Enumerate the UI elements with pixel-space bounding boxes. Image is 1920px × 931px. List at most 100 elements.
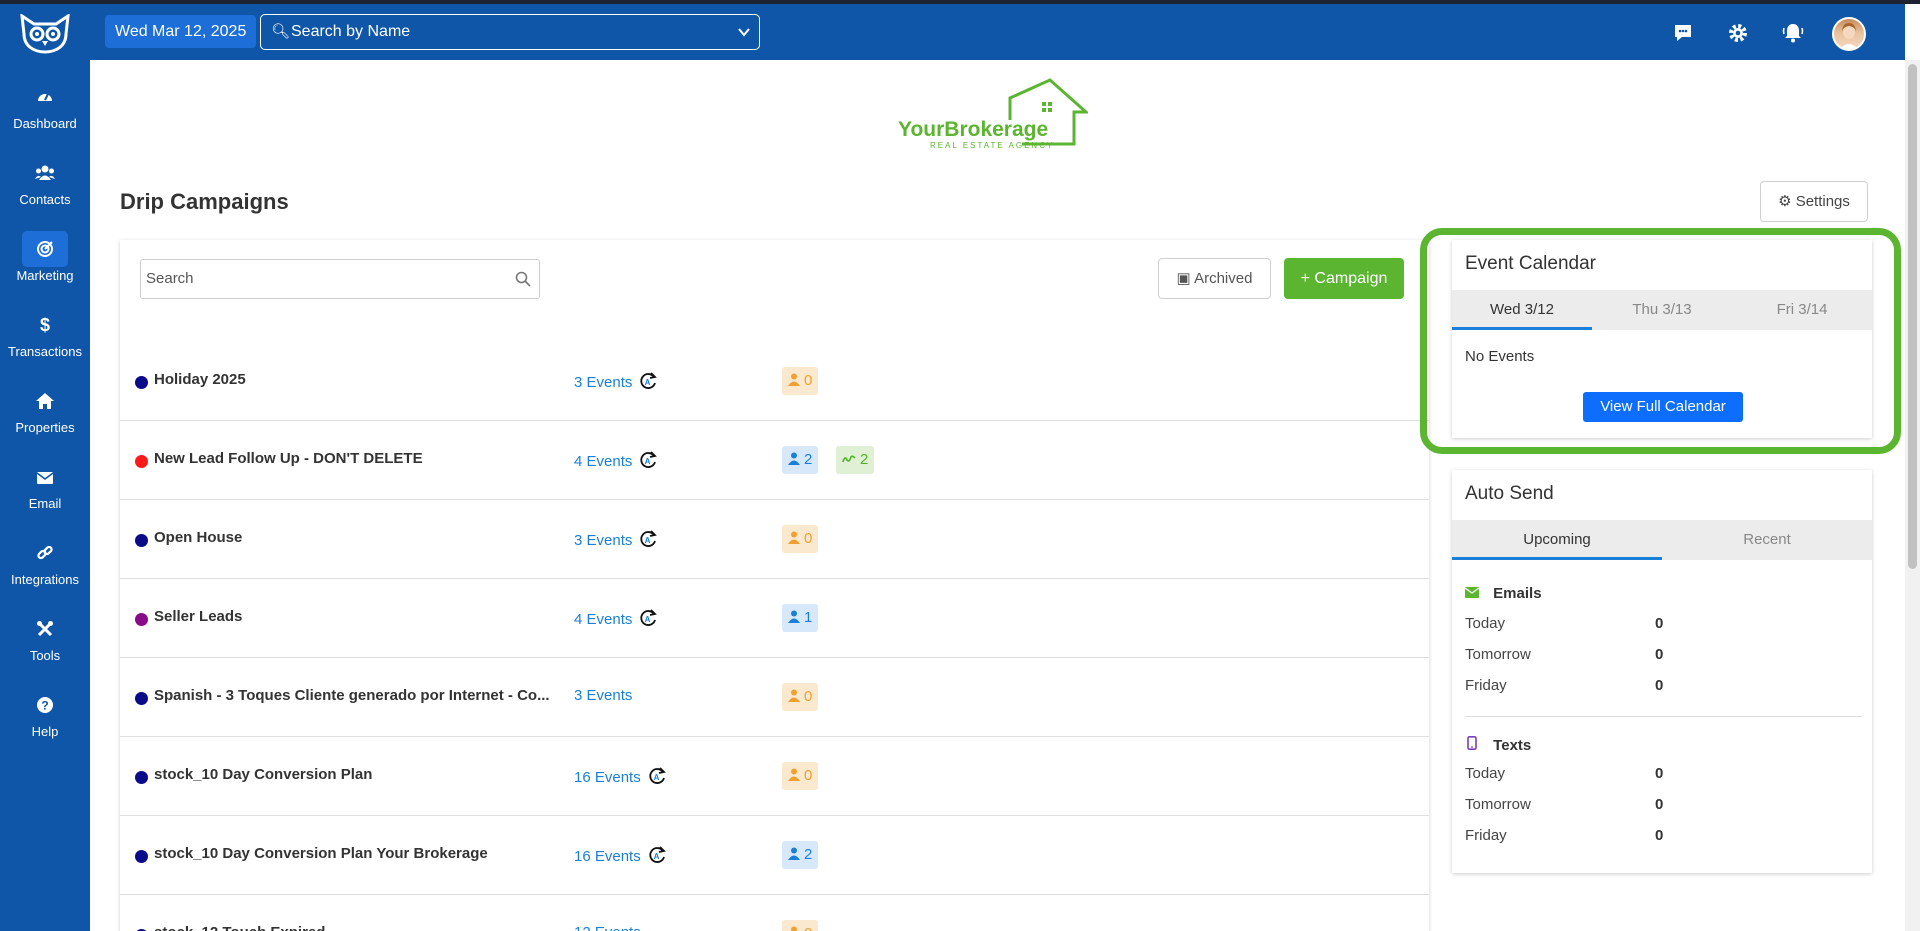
- campaign-events-link-wrap: 4 Events A: [574, 450, 658, 470]
- archive-box-icon: ▣: [1176, 270, 1191, 287]
- badge-count: 0: [804, 372, 813, 389]
- contact-count-badge[interactable]: 0: [782, 525, 819, 553]
- sidebar-item-integrations[interactable]: Integrations: [0, 527, 90, 597]
- contact-count-badge[interactable]: 0: [782, 683, 819, 711]
- campaign-name[interactable]: stock_10 Day Conversion Plan: [154, 766, 554, 783]
- campaign-events-link-wrap: 3 Events A: [574, 371, 658, 391]
- scrollbar-thumb[interactable]: [1908, 64, 1917, 569]
- sidebar-item-contacts[interactable]: Contacts: [0, 147, 90, 217]
- campaign-row[interactable]: Seller Leads 4 Events A 1: [120, 579, 1429, 658]
- texts-section-title: Texts: [1465, 736, 1531, 754]
- user-avatar[interactable]: [1832, 17, 1866, 51]
- badge-count: 2: [860, 451, 869, 468]
- campaign-row[interactable]: Holiday 2025 3 Events A 0: [120, 342, 1429, 421]
- campaign-events-link-wrap: 3 Events: [574, 687, 632, 704]
- sidebar-item-label: Properties: [15, 420, 75, 435]
- tab-fri[interactable]: Fri 3/14: [1732, 290, 1872, 330]
- campaign-name[interactable]: Spanish - 3 Toques Cliente generado por …: [154, 687, 554, 704]
- campaign-events-link[interactable]: 12 Events: [574, 924, 641, 931]
- tab-recent[interactable]: Recent: [1662, 520, 1872, 560]
- campaign-name[interactable]: Seller Leads: [154, 608, 554, 625]
- user-icon: [788, 372, 804, 389]
- owl-logo-icon[interactable]: [18, 14, 72, 54]
- badge-count: 1: [804, 609, 813, 626]
- campaign-events-link[interactable]: 16 Events: [574, 848, 641, 865]
- event-calendar-title: Event Calendar: [1465, 253, 1596, 274]
- campaign-name[interactable]: New Lead Follow Up - DON'T DELETE: [154, 450, 554, 467]
- brand-name: YourBrokerage: [898, 118, 1049, 141]
- date-chip[interactable]: Wed Mar 12, 2025: [105, 15, 257, 48]
- emails-tomorrow-label: Tomorrow: [1465, 646, 1531, 663]
- campaign-name[interactable]: Open House: [154, 529, 554, 546]
- sidebar-item-transactions[interactable]: $ Transactions: [0, 299, 90, 369]
- campaign-row[interactable]: stock_12 Touch Expired 12 Events 0: [120, 895, 1429, 931]
- contact-count-badge[interactable]: 1: [782, 604, 819, 632]
- sidebar-item-label: Integrations: [11, 572, 79, 587]
- contact-count-badge[interactable]: 0: [782, 920, 819, 931]
- sidebar-item-email[interactable]: Email: [0, 451, 90, 521]
- tab-upcoming[interactable]: Upcoming: [1452, 520, 1662, 560]
- sidebar-item-help[interactable]: ? Help: [0, 679, 90, 749]
- emails-today-label: Today: [1465, 615, 1506, 632]
- campaign-color-dot: [135, 771, 148, 784]
- campaign-events-link[interactable]: 4 Events: [574, 611, 632, 628]
- sidebar-item-properties[interactable]: Properties: [0, 375, 90, 445]
- campaign-row[interactable]: stock_10 Day Conversion Plan 16 Events A 0: [120, 737, 1429, 816]
- emails-friday-value: 0: [1655, 677, 1664, 694]
- page-scrollbar[interactable]: [1905, 60, 1920, 931]
- campaign-events-link-wrap: 3 Events A: [574, 529, 658, 549]
- campaign-search-input[interactable]: Search: [140, 259, 540, 299]
- svg-text:A: A: [653, 852, 659, 861]
- top-bar: Wed Mar 12, 2025 🔍︎ Search by Name: [0, 4, 1905, 60]
- auto-send-title: Auto Send: [1465, 483, 1554, 504]
- sidebar-item-dashboard[interactable]: Dashboard: [0, 71, 90, 141]
- auto-send-icon: A: [638, 450, 658, 470]
- campaign-events-link[interactable]: 4 Events: [574, 453, 632, 470]
- campaign-row[interactable]: Open House 3 Events A 0: [120, 500, 1429, 579]
- contact-count-badge[interactable]: 0: [782, 762, 819, 790]
- campaign-row[interactable]: stock_10 Day Conversion Plan Your Broker…: [120, 816, 1429, 895]
- bell-icon[interactable]: [1782, 22, 1804, 44]
- contact-count-badge[interactable]: 2: [782, 446, 819, 474]
- auto-send-tabs: Upcoming Recent: [1452, 520, 1872, 560]
- campaign-events-link[interactable]: 16 Events: [574, 769, 641, 786]
- sidebar-item-tools[interactable]: Tools: [0, 603, 90, 673]
- campaign-row[interactable]: New Lead Follow Up - DON'T DELETE 4 Event…: [120, 421, 1429, 500]
- global-search-placeholder: Search by Name: [291, 23, 411, 40]
- brand-logo: YourBrokerage REAL ESTATE AGENCY: [898, 76, 1090, 156]
- user-icon: [788, 451, 804, 468]
- emails-friday-label: Friday: [1465, 677, 1507, 694]
- campaign-row[interactable]: Spanish - 3 Toques Cliente generado por …: [120, 658, 1429, 737]
- contact-count-badge[interactable]: 0: [782, 367, 819, 395]
- global-search-select[interactable]: 🔍︎ Search by Name: [260, 14, 760, 50]
- dashboard-gauge-icon: [22, 79, 68, 115]
- gear-icon[interactable]: [1727, 22, 1749, 44]
- auto-send-icon: A: [647, 766, 667, 786]
- add-campaign-button[interactable]: + Campaign: [1284, 258, 1404, 299]
- envelope-icon: [1465, 587, 1479, 598]
- campaign-name[interactable]: stock_12 Touch Expired: [154, 924, 554, 931]
- sidebar-item-label: Contacts: [19, 192, 71, 207]
- campaign-name[interactable]: stock_10 Day Conversion Plan Your Broker…: [154, 845, 554, 862]
- contact-count-badge[interactable]: 2: [782, 841, 819, 869]
- emails-title: Emails: [1493, 585, 1542, 602]
- signature-count-badge[interactable]: 2: [836, 446, 875, 474]
- tab-wed[interactable]: Wed 3/12: [1452, 290, 1592, 330]
- view-full-calendar-button[interactable]: View Full Calendar: [1583, 392, 1743, 422]
- campaign-name[interactable]: Holiday 2025: [154, 371, 554, 388]
- sidebar-item-label: Marketing: [16, 268, 74, 283]
- user-icon: [788, 846, 804, 863]
- campaign-events-link[interactable]: 3 Events: [574, 532, 632, 549]
- badge-count: 2: [804, 451, 813, 468]
- user-icon: [788, 609, 804, 626]
- badge-count: 0: [804, 688, 813, 705]
- campaign-events-link[interactable]: 3 Events: [574, 687, 632, 704]
- gear-icon: ⚙: [1778, 193, 1792, 210]
- archived-button[interactable]: ▣ Archived: [1158, 258, 1271, 299]
- campaign-color-dot: [135, 455, 148, 468]
- campaign-events-link[interactable]: 3 Events: [574, 374, 632, 391]
- settings-button[interactable]: ⚙ Settings: [1760, 181, 1868, 222]
- tab-thu[interactable]: Thu 3/13: [1592, 290, 1732, 330]
- sidebar-item-marketing[interactable]: Marketing: [0, 223, 90, 293]
- chat-icon[interactable]: [1672, 22, 1694, 44]
